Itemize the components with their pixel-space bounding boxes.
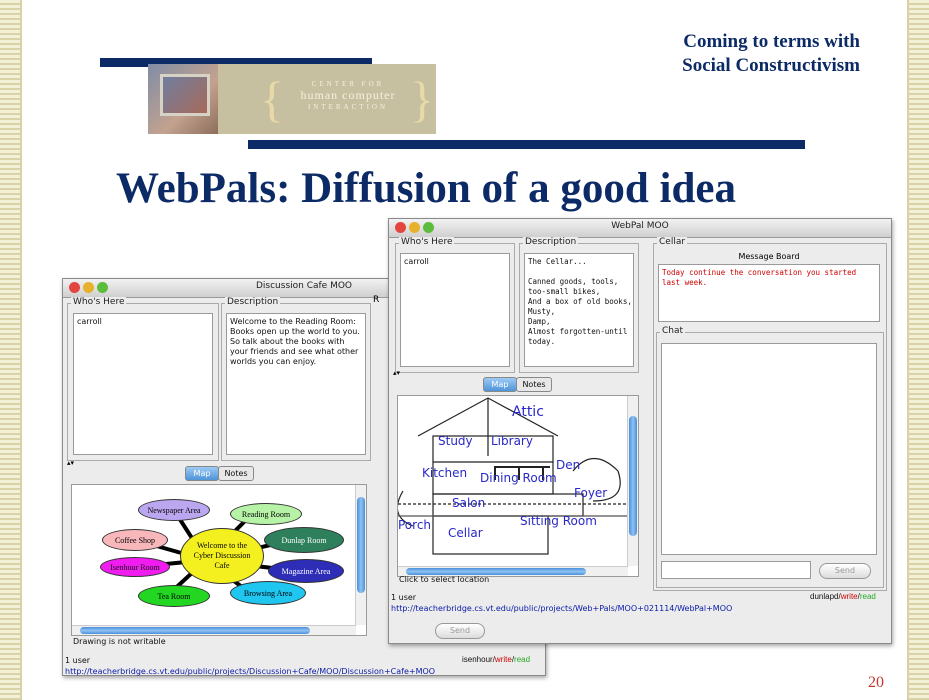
cafe-status-right: isenhour/write/read <box>462 655 531 664</box>
side-panel-label: R <box>373 295 380 305</box>
room-den[interactable]: Den <box>556 458 580 472</box>
horizontal-scroll-thumb[interactable] <box>406 568 586 575</box>
map-node-reading-room[interactable]: Reading Room <box>230 503 302 525</box>
left-decorative-border <box>0 0 20 700</box>
description-text[interactable]: Welcome to the Reading Room: Books open … <box>226 313 366 455</box>
horizontal-scroll-thumb[interactable] <box>80 627 310 634</box>
page-number: 20 <box>868 674 884 691</box>
message-board-label: Message Board <box>738 252 800 261</box>
whos-here-label: Who's Here <box>71 297 127 307</box>
webpal-read-mode[interactable]: read <box>860 592 876 601</box>
hands-image <box>148 64 218 134</box>
webpal-send-button[interactable]: Send <box>435 623 485 639</box>
cellar-label: Cellar <box>657 237 688 247</box>
cafe-write-mode[interactable]: write <box>495 655 512 664</box>
webpal-window[interactable]: WebPal MOO Who's Here carroll Descriptio… <box>388 218 892 644</box>
logo-line-3: INTERACTION <box>307 103 389 111</box>
whos-here-list[interactable]: carroll <box>73 313 213 455</box>
message-board-text[interactable]: Today continue the conversation you star… <box>658 264 880 322</box>
house-map-view[interactable]: Attic Study Library Den Kitchen Dining R… <box>397 395 639 577</box>
room-foyer[interactable]: Foyer <box>574 486 607 500</box>
room-dining-room[interactable]: Dining Room <box>480 471 557 485</box>
cafe-map-status: Drawing is not writable <box>73 637 166 646</box>
tab-notes[interactable]: Notes <box>516 377 552 392</box>
logo-text: CENTER FOR human computer INTERACTION <box>278 80 418 111</box>
right-inner-rule <box>907 0 909 700</box>
map-node-newspaper-area[interactable]: Newspaper Area <box>138 499 210 521</box>
house-map-vertical-scrollbar[interactable] <box>627 396 638 566</box>
webpal-titlebar[interactable]: WebPal MOO <box>389 219 891 238</box>
map-node-magazine-area[interactable]: Magazine Area <box>268 559 344 583</box>
map-node-welcome-center[interactable]: Welcome to the Cyber Discussion Cafe <box>180 528 264 584</box>
description-group: Description The Cellar... Canned goods, … <box>519 237 639 373</box>
vertical-scroll-thumb[interactable] <box>357 497 365 593</box>
webpal-write-mode[interactable]: write <box>841 592 858 601</box>
chat-input[interactable] <box>661 561 811 579</box>
cafe-user-count: 1 user <box>65 656 91 665</box>
tab-map[interactable]: Map <box>185 466 219 481</box>
webpal-user-count: 1 user <box>391 593 417 602</box>
logo-line-2: human computer <box>300 88 396 102</box>
cafe-map-view[interactable]: Newspaper Area Reading Room Coffee Shop … <box>71 484 367 636</box>
whos-here-group: Who's Here carroll <box>67 297 219 461</box>
webpal-right-user: dunlapd <box>810 592 839 601</box>
description-group: Description Welcome to the Reading Room:… <box>221 297 371 461</box>
tab-map[interactable]: Map <box>483 377 517 392</box>
room-cellar[interactable]: Cellar <box>448 526 483 540</box>
description-label: Description <box>523 237 579 247</box>
room-study[interactable]: Study <box>438 434 473 448</box>
description-label: Description <box>225 297 281 307</box>
chat-log[interactable] <box>661 343 877 555</box>
chat-label: Chat <box>660 326 686 336</box>
webpal-url-link[interactable]: http://teacherbridge.cs.vt.edu/public/pr… <box>391 604 732 613</box>
whos-here-label: Who's Here <box>399 237 455 247</box>
map-node-coffee-shop[interactable]: Coffee Shop <box>102 529 168 551</box>
webpal-status-right: dunlapd/write/read <box>810 592 876 601</box>
right-decorative-border <box>909 0 929 700</box>
room-salon[interactable]: Salon <box>452 496 485 510</box>
cafe-right-user: isenhour <box>462 655 493 664</box>
house-map-status: Click to select location <box>399 575 490 584</box>
room-library[interactable]: Library <box>491 434 533 448</box>
vertical-scroll-thumb[interactable] <box>629 416 637 536</box>
cafe-url-link[interactable]: http://teacherbridge.cs.vt.edu/public/pr… <box>65 667 435 676</box>
splitter-arrows[interactable]: ▴▾ <box>393 369 400 377</box>
chat-group: Chat Send <box>656 326 884 588</box>
slide-subtitle: Coming to terms with Social Constructivi… <box>600 30 860 78</box>
map-node-isenhour-room[interactable]: Isenhour Room <box>100 557 170 577</box>
hci-logo: { } CENTER FOR human computer INTERACTIO… <box>148 64 436 134</box>
subtitle-line-1: Coming to terms with <box>683 31 860 52</box>
window-title: WebPal MOO <box>611 221 669 231</box>
whos-here-list[interactable]: carroll <box>400 253 510 367</box>
cafe-map-horizontal-scrollbar[interactable] <box>72 625 356 635</box>
decorative-bar-mid <box>248 140 805 149</box>
splitter-arrows[interactable]: ▴▾ <box>67 459 74 467</box>
whos-here-group: Who's Here carroll <box>395 237 515 373</box>
room-kitchen[interactable]: Kitchen <box>422 466 467 480</box>
cellar-group: Cellar Message Board Today continue the … <box>653 237 887 591</box>
room-sitting-room[interactable]: Sitting Room <box>520 514 597 528</box>
slide-title: WebPals: Diffusion of a good idea <box>116 165 736 212</box>
subtitle-line-2: Social Constructivism <box>682 55 860 76</box>
map-node-browsing-area[interactable]: Browsing Area <box>230 581 306 605</box>
room-attic[interactable]: Attic <box>512 404 544 420</box>
chat-send-button[interactable]: Send <box>819 563 871 579</box>
left-inner-rule <box>20 0 22 700</box>
cafe-map-vertical-scrollbar[interactable] <box>355 485 366 625</box>
description-text[interactable]: The Cellar... Canned goods, tools, too-s… <box>524 253 634 367</box>
room-porch[interactable]: Porch <box>398 518 431 532</box>
map-node-tea-room[interactable]: Tea Room <box>138 585 210 607</box>
tab-notes[interactable]: Notes <box>218 466 254 481</box>
logo-line-1: CENTER FOR <box>311 80 385 88</box>
map-node-dunlap-room[interactable]: Dunlap Room <box>264 527 344 553</box>
cafe-read-mode[interactable]: read <box>514 655 530 664</box>
